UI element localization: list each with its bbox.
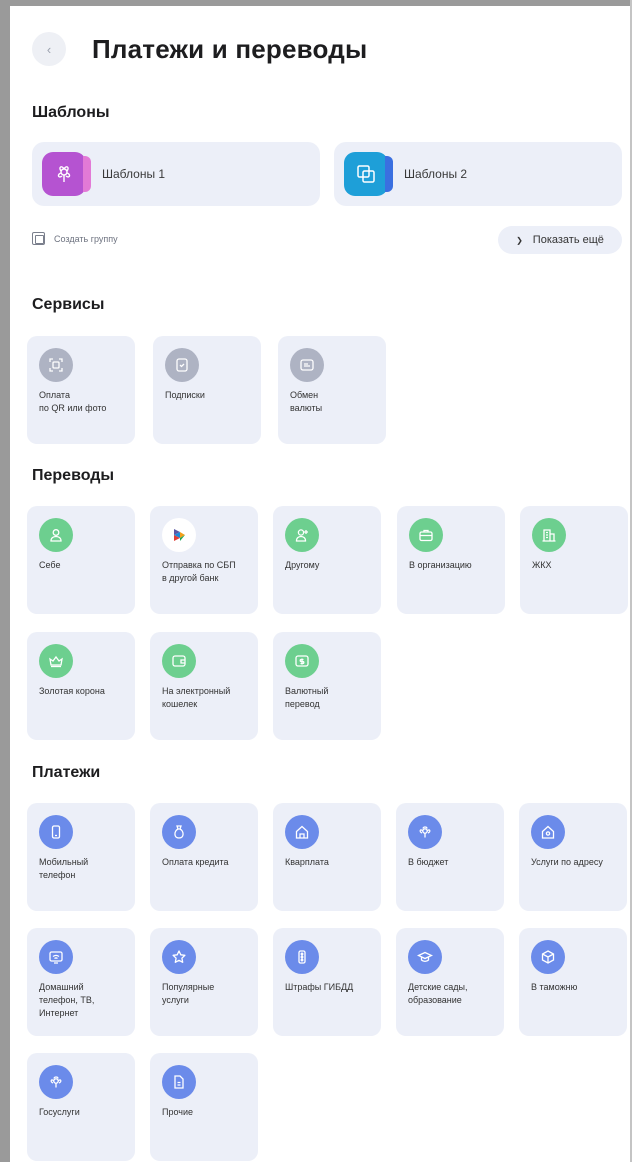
house-icon [285, 815, 319, 849]
briefcase-icon [409, 518, 443, 552]
transfer-tile-golden-crown[interactable]: Золотая корона [27, 632, 135, 740]
payment-tile-other[interactable]: Прочие [150, 1053, 258, 1161]
window-frame-left [0, 0, 10, 1162]
sbp-logo-icon [162, 518, 196, 552]
payment-tile-gosuslugi[interactable]: Госуслуги [27, 1053, 135, 1161]
phone-icon [39, 815, 73, 849]
tile-label: Оплата кредита [162, 857, 229, 867]
tile-label: Обмен валюты [290, 390, 323, 413]
house-location-icon [531, 815, 565, 849]
chevron-left-icon: ‹ [46, 41, 52, 57]
payment-tile-home-internet[interactable]: Домашний телефон, ТВ, Интернет [27, 928, 135, 1036]
back-button[interactable]: ‹ [32, 32, 66, 66]
tile-label: Валютный перевод [285, 686, 329, 709]
transfer-tile-sbp[interactable]: Отправка по СБП в другой банк [150, 506, 258, 614]
emblem-icon [39, 1065, 73, 1099]
tile-label: Кварплата [285, 857, 329, 867]
service-tile-exchange[interactable]: Обмен валюты [278, 336, 386, 444]
flower-icon [42, 152, 91, 196]
tv-icon [39, 940, 73, 974]
person-add-icon [285, 518, 319, 552]
payment-tile-traffic-fines[interactable]: Штрафы ГИБДД [273, 928, 381, 1036]
service-tile-qr[interactable]: Оплата по QR или фото [27, 336, 135, 444]
transfer-tile-other[interactable]: Другому [273, 506, 381, 614]
window-frame-top [0, 0, 632, 6]
squares-icon [344, 152, 393, 196]
create-group-button[interactable]: Создать группу [32, 232, 118, 245]
page-title: Платежи и переводы [92, 34, 368, 64]
payment-tile-popular[interactable]: Популярные услуги [150, 928, 258, 1036]
copy-icon [32, 232, 45, 245]
transfer-tile-utilities[interactable]: ЖКХ [520, 506, 628, 614]
payment-tile-address-services[interactable]: Услуги по адресу [519, 803, 627, 911]
payment-tile-education[interactable]: Детские сады, образование [396, 928, 504, 1036]
payment-tile-budget[interactable]: В бюджет [396, 803, 504, 911]
services-section-title: Сервисы [32, 296, 105, 313]
tile-label: ЖКХ [532, 560, 552, 570]
tile-label: Популярные услуги [162, 982, 215, 1005]
star-icon [162, 940, 196, 974]
tile-label: Золотая корона [39, 686, 105, 696]
tile-label: Штрафы ГИБДД [285, 982, 354, 992]
person-icon [39, 518, 73, 552]
tile-label: На электронный кошелек [162, 686, 231, 709]
service-tile-subscriptions[interactable]: Подписки [153, 336, 261, 444]
tile-label: Другому [285, 560, 320, 570]
payment-tile-mobile[interactable]: Мобильный телефон [27, 803, 135, 911]
money-bag-icon [162, 815, 196, 849]
transfer-tile-organization[interactable]: В организацию [397, 506, 505, 614]
tile-label: В таможню [531, 982, 578, 992]
currency-exchange-icon [290, 348, 324, 382]
box-icon [531, 940, 565, 974]
payment-tile-credit[interactable]: Оплата кредита [150, 803, 258, 911]
building-icon [532, 518, 566, 552]
document-icon [162, 1065, 196, 1099]
traffic-light-icon [285, 940, 319, 974]
template-card-2[interactable]: Шаблоны 2 [334, 142, 622, 206]
payment-tile-rent[interactable]: Кварплата [273, 803, 381, 911]
template-label: Шаблоны 1 [102, 167, 166, 181]
transfer-tile-ewallet[interactable]: На электронный кошелек [150, 632, 258, 740]
tile-label: Себе [39, 560, 61, 570]
tile-label: Отправка по СБП в другой банк [162, 560, 236, 583]
tile-label: Госуслуги [39, 1107, 80, 1117]
tile-label: Оплата по QR или фото [39, 390, 107, 413]
subscription-icon [165, 348, 199, 382]
create-group-label: Создать группу [54, 233, 118, 244]
show-more-button[interactable]: ❯ Показать ещё [498, 226, 622, 254]
payment-tile-customs[interactable]: В таможню [519, 928, 627, 1036]
tile-label: Услуги по адресу [531, 857, 603, 867]
chevron-down-icon: ❯ [516, 235, 523, 245]
qr-scan-icon [39, 348, 73, 382]
emblem-icon [408, 815, 442, 849]
transfers-section-title: Переводы [32, 467, 115, 484]
show-more-label: Показать ещё [532, 234, 604, 246]
template-card-1[interactable]: Шаблоны 1 [32, 142, 320, 206]
dollar-wallet-icon [285, 644, 319, 678]
tile-label: Домашний телефон, ТВ, Интернет [39, 982, 95, 1018]
tile-label: Подписки [165, 390, 205, 400]
transfer-tile-self[interactable]: Себе [27, 506, 135, 614]
crown-icon [39, 644, 73, 678]
graduation-cap-icon [408, 940, 442, 974]
wallet-icon [162, 644, 196, 678]
template-label: Шаблоны 2 [404, 167, 468, 181]
transfer-tile-currency[interactable]: Валютный перевод [273, 632, 381, 740]
tile-label: Мобильный телефон [39, 857, 89, 880]
tile-label: Детские сады, образование [408, 982, 468, 1005]
payments-section-title: Платежи [32, 764, 101, 781]
templates-section-title: Шаблоны [32, 104, 110, 121]
tile-label: Прочие [162, 1107, 194, 1117]
tile-label: В организацию [409, 560, 472, 570]
tile-label: В бюджет [408, 857, 449, 867]
